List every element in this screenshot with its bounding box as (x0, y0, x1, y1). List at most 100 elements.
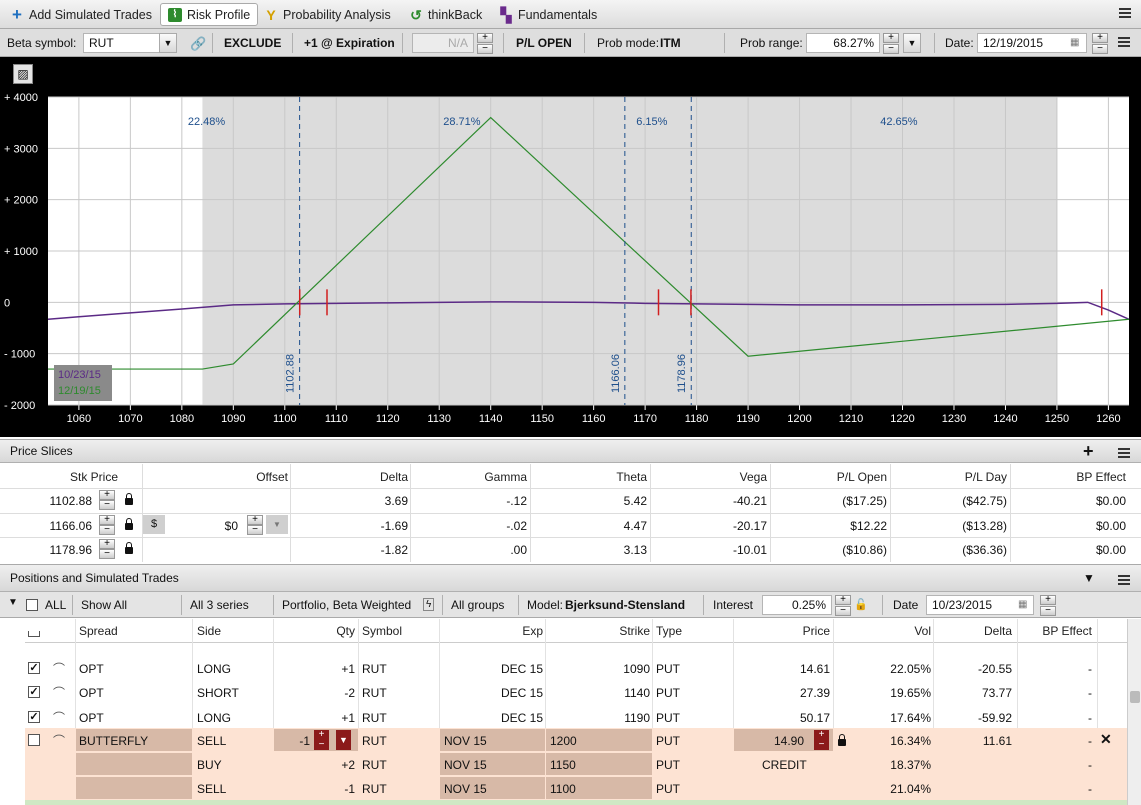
lock-icon[interactable] (125, 517, 133, 530)
calendar-icon[interactable]: ▦ (1070, 37, 1079, 48)
price-decrement[interactable]: − (814, 740, 829, 750)
slice-stk-price[interactable]: 1178.96 (50, 543, 93, 557)
toolbar-menu-icon[interactable] (1118, 35, 1130, 49)
slice-stk-price[interactable]: 1102.88 (50, 494, 93, 508)
model-label: Model: (527, 598, 564, 612)
positions-title: Positions and Simulated Trades (10, 571, 179, 585)
x-tick-label: 1150 (530, 413, 554, 425)
link-icon[interactable]: 🔗 (190, 36, 206, 52)
position-exp: NOV 15 (444, 758, 487, 772)
interest-input[interactable]: 0.25% (762, 595, 832, 615)
beta-symbol-input[interactable]: RUT (83, 33, 161, 53)
portfolio-selector[interactable]: Portfolio, Beta Weighted (282, 598, 411, 612)
calendar-icon[interactable]: ▦ (1018, 599, 1027, 610)
position-checkbox[interactable] (28, 734, 40, 746)
lightning-icon[interactable]: ϟ (423, 598, 435, 611)
lock-icon[interactable] (125, 493, 133, 505)
slice-stk-price[interactable]: 1166.06 (50, 519, 93, 533)
tab-add-simulated-trades[interactable]: + Add Simulated Trades (10, 3, 152, 26)
position-side: SHORT (197, 686, 239, 700)
date-decrement[interactable]: − (1092, 44, 1108, 54)
increment-button[interactable]: + (477, 33, 493, 43)
interest-decrement[interactable]: − (835, 606, 851, 616)
probability-label: 28.71% (443, 116, 481, 128)
position-row[interactable]: ⌒ + − ▼ + − ✕ BUTTERFLY SELL -1 RUT NOV 15 1200 PUT 14… (25, 728, 1127, 752)
date-increment[interactable]: + (1092, 33, 1108, 43)
add-slice-button[interactable]: + (1083, 440, 1094, 462)
groups-selector[interactable]: All groups (451, 598, 504, 612)
lock-icon[interactable] (838, 734, 846, 746)
qty-decrement[interactable]: − (314, 740, 329, 750)
positions-date-decrement[interactable]: − (1040, 606, 1056, 616)
x-tick-label: 1090 (221, 413, 245, 425)
position-price: 27.39 (799, 686, 830, 700)
position-row[interactable]: ⌒ IND 0 RUT INDEX .00 17.94% .00 - (25, 631, 1127, 643)
x-tick-label: 1240 (993, 413, 1017, 425)
positions-menu-icon[interactable] (1118, 573, 1130, 587)
offset-decrement[interactable]: − (247, 524, 263, 535)
position-qty: -2 (344, 686, 355, 700)
prob-range-dropdown[interactable]: ▼ (903, 33, 921, 53)
position-spread: OPT (79, 662, 104, 676)
close-icon[interactable]: ✕ (1100, 731, 1112, 748)
beta-symbol-dropdown[interactable]: ▼ (159, 33, 177, 53)
decrement-button[interactable]: − (477, 44, 493, 54)
prob-range-decrement[interactable]: − (883, 44, 899, 54)
chart-style-icon[interactable]: ▨ (13, 64, 33, 84)
position-delta: 73.77 (981, 686, 1012, 700)
positions-scrollbar[interactable] (1127, 619, 1141, 805)
show-all-selector[interactable]: Show All (81, 598, 127, 612)
x-tick-label: 1140 (479, 413, 503, 425)
tab-thinkback[interactable]: ↺ thinkBack (409, 3, 482, 26)
tab-risk-profile[interactable]: ⌇ Risk Profile (160, 3, 259, 26)
position-symbol: RUT (362, 758, 387, 772)
position-row[interactable]: ✓ ⌒ OPT SHORT -2 RUT DEC 15 1140 PUT 27.39 19.65% 7… (25, 680, 1127, 704)
position-side: SELL (197, 734, 227, 748)
position-checkbox[interactable]: ✓ (28, 686, 40, 698)
position-checkbox[interactable]: ✓ (28, 711, 40, 723)
lock-icon[interactable] (125, 542, 133, 554)
series-selector[interactable]: All 3 series (190, 598, 249, 612)
offset-dropdown[interactable]: ▼ (266, 514, 288, 534)
slice-decrement[interactable]: − (99, 500, 115, 510)
select-all-checkbox[interactable] (26, 599, 38, 611)
position-row[interactable]: SELL -1 RUT NOV 15 1100 PUT 21.04% - (25, 776, 1127, 800)
slice-decrement[interactable]: − (99, 524, 115, 535)
position-bp: - (1088, 782, 1092, 796)
position-row[interactable]: ✓ ⌒ OPT LONG +1 RUT DEC 15 1090 PUT 14.61 22.05% -2… (25, 656, 1127, 680)
slice-increment[interactable]: + (99, 514, 115, 525)
prob-range-increment[interactable]: + (883, 33, 899, 43)
qty-dropdown[interactable]: ▼ (336, 730, 351, 750)
slices-col-header: P/L Day (964, 470, 1007, 484)
slice-offset[interactable]: $0 (225, 519, 238, 533)
interest-increment[interactable]: + (835, 595, 851, 605)
position-row[interactable]: ✓ ⌒ OPT LONG +1 RUT DEC 15 1190 PUT 50.17 17.64% -5… (25, 705, 1127, 729)
exclude-button[interactable]: EXCLUDE (224, 36, 281, 50)
position-vol: 19.65% (890, 686, 931, 700)
menu-icon[interactable] (1119, 6, 1133, 22)
position-symbol: RUT (362, 631, 387, 633)
position-checkbox[interactable]: ✓ (28, 662, 40, 674)
risk-profile-chart[interactable]: 1060 1070 1080 1090 1100 1110 1120 1130 1140 1150… (0, 57, 1141, 437)
slice-decrement[interactable]: − (99, 549, 115, 559)
scrollbar-thumb[interactable] (1130, 691, 1140, 703)
breakeven-label: 1102.88 (285, 354, 297, 393)
prob-range-input[interactable]: 68.27% (806, 33, 880, 53)
prob-mode-value[interactable]: ITM (660, 36, 681, 50)
expand-icon[interactable]: ▼ (8, 597, 18, 608)
dollar-offset-toggle[interactable]: $ (143, 514, 165, 534)
collapse-icon[interactable]: ▼ (1083, 565, 1095, 591)
model-selector[interactable]: Bjerksund-Stensland (565, 598, 685, 612)
position-row[interactable]: BUY +2 RUT NOV 15 1150 PUT CREDIT 18.37% - (25, 752, 1127, 776)
expiration-selector[interactable]: +1 @ Expiration (304, 36, 395, 50)
tab-probability-analysis[interactable]: Y Probability Analysis (264, 3, 390, 26)
offset-increment[interactable]: + (247, 514, 263, 525)
tab-fundamentals[interactable]: ▚ Fundamentals (499, 3, 598, 26)
position-bp: - (1088, 631, 1092, 633)
positions-date-increment[interactable]: + (1040, 595, 1056, 605)
slices-menu-icon[interactable] (1118, 446, 1130, 460)
pl-open-button[interactable]: P/L OPEN (516, 36, 572, 50)
unlock-icon[interactable]: 🔓 (854, 598, 868, 611)
position-checkbox[interactable] (28, 631, 40, 637)
price-input[interactable]: N/A (412, 33, 474, 53)
